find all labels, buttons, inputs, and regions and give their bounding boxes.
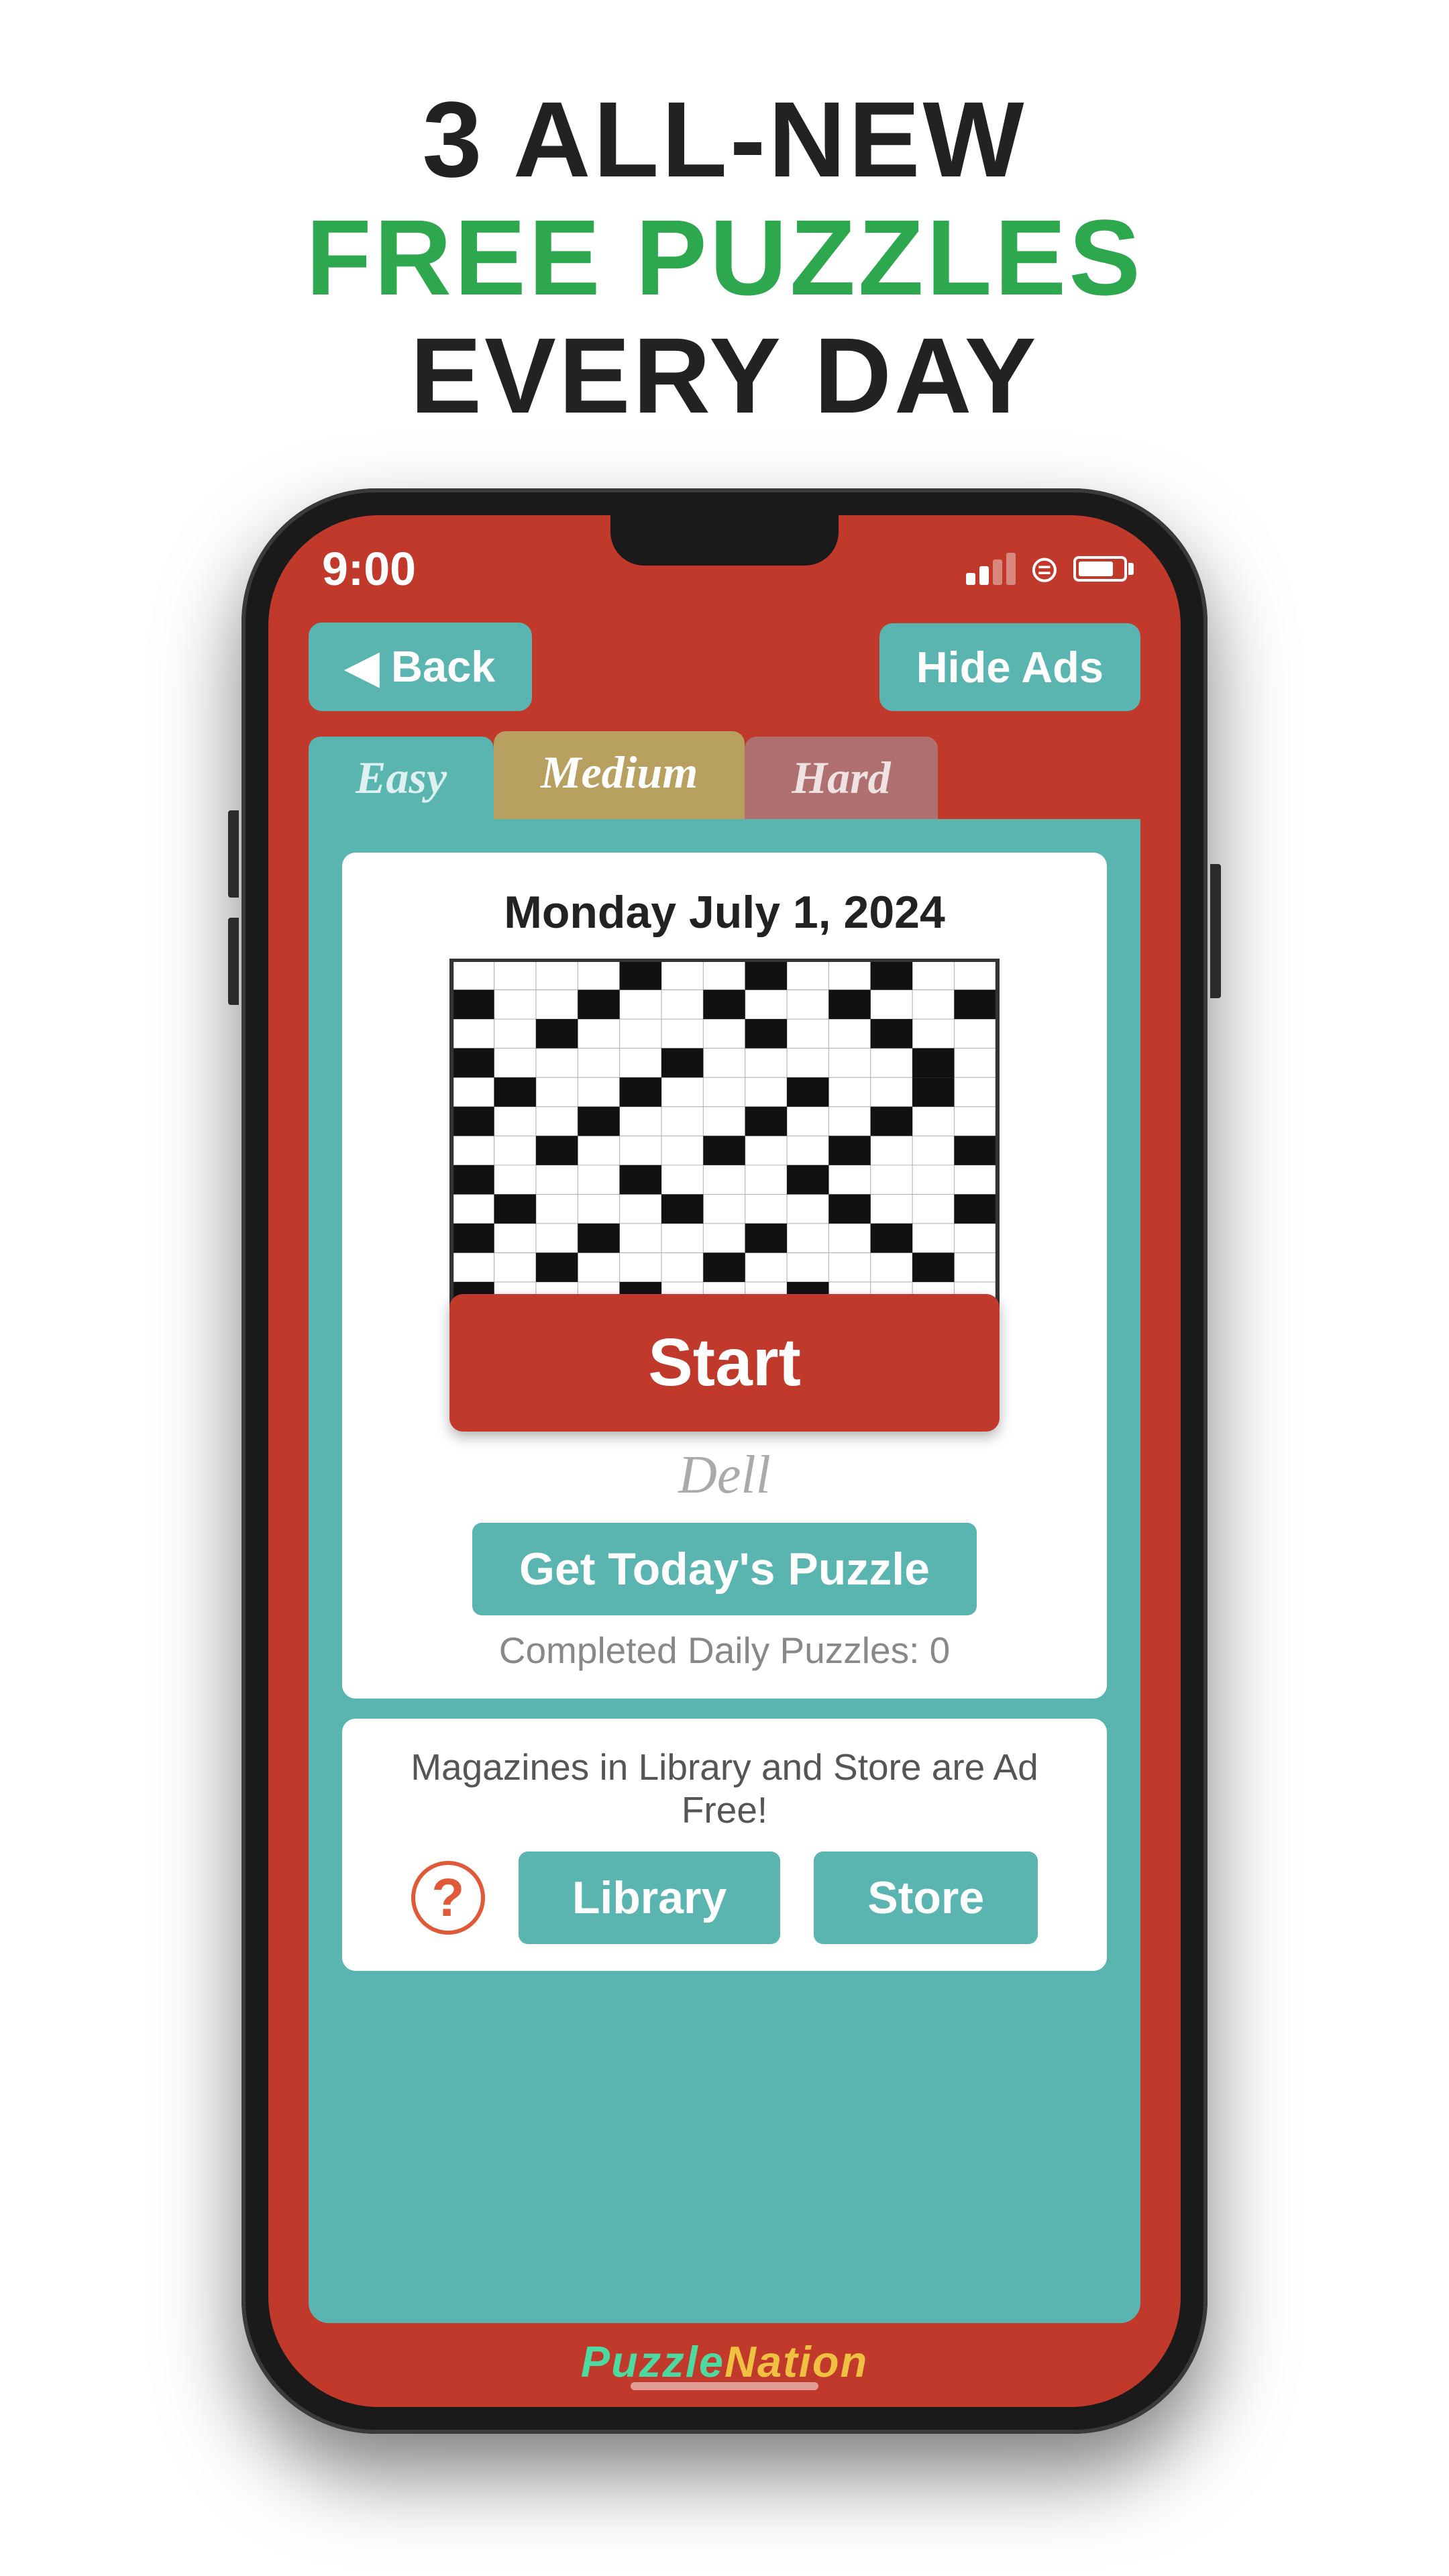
tab-easy[interactable]: Easy <box>309 737 494 819</box>
footer-bar: PuzzleNation <box>268 2323 1181 2407</box>
ad-free-text: Magazines in Library and Store are Ad Fr… <box>376 1746 1073 1831</box>
help-icon[interactable]: ? <box>411 1861 485 1935</box>
completed-puzzles-text: Completed Daily Puzzles: 0 <box>499 1629 951 1672</box>
crossword-grid <box>449 959 1000 1348</box>
hide-ads-button[interactable]: Hide Ads <box>879 623 1140 711</box>
publisher-label: Dell <box>678 1445 771 1506</box>
tabs-area: Easy Medium Hard <box>268 731 1181 819</box>
headline-line2: FREE PUZZLES <box>306 199 1143 317</box>
headline-area: 3 ALL-NEW FREE PUZZLES EVERY DAY <box>306 80 1143 435</box>
phone-screen: 9:00 ⊜ ◀ Back Hide Ads Easy <box>268 515 1181 2407</box>
status-icons: ⊜ <box>966 547 1127 590</box>
puzzle-card: Monday July 1, 2024 <box>342 853 1107 1699</box>
signal-icon <box>966 553 1016 585</box>
notch <box>610 515 839 566</box>
top-bar: ◀ Back Hide Ads <box>268 609 1181 731</box>
bottom-buttons: ? Library Store <box>411 1851 1038 1944</box>
store-button[interactable]: Store <box>814 1851 1038 1944</box>
home-indicator <box>631 2382 818 2390</box>
phone-frame: 9:00 ⊜ ◀ Back Hide Ads Easy <box>241 488 1208 2434</box>
start-button-wrapper: Start <box>449 1294 1000 1432</box>
power-button[interactable] <box>1210 864 1221 998</box>
start-button[interactable]: Start <box>449 1294 1000 1432</box>
puzzle-date: Monday July 1, 2024 <box>504 886 945 938</box>
headline-line3: EVERY DAY <box>306 317 1143 435</box>
status-time: 9:00 <box>322 542 416 596</box>
get-puzzle-button[interactable]: Get Today's Puzzle <box>472 1523 977 1615</box>
puzzle-nation-logo: PuzzleNation <box>581 2337 869 2387</box>
volume-down-button[interactable] <box>228 918 239 1005</box>
back-button[interactable]: ◀ Back <box>309 623 532 711</box>
bottom-info: Magazines in Library and Store are Ad Fr… <box>342 1719 1107 1971</box>
battery-icon <box>1073 556 1127 582</box>
main-content: Monday July 1, 2024 <box>309 819 1140 2323</box>
headline-line1: 3 ALL-NEW <box>306 80 1143 199</box>
volume-up-button[interactable] <box>228 810 239 898</box>
library-button[interactable]: Library <box>519 1851 781 1944</box>
tab-medium[interactable]: Medium <box>494 731 745 819</box>
tab-hard[interactable]: Hard <box>745 737 937 819</box>
wifi-icon: ⊜ <box>1029 547 1060 590</box>
